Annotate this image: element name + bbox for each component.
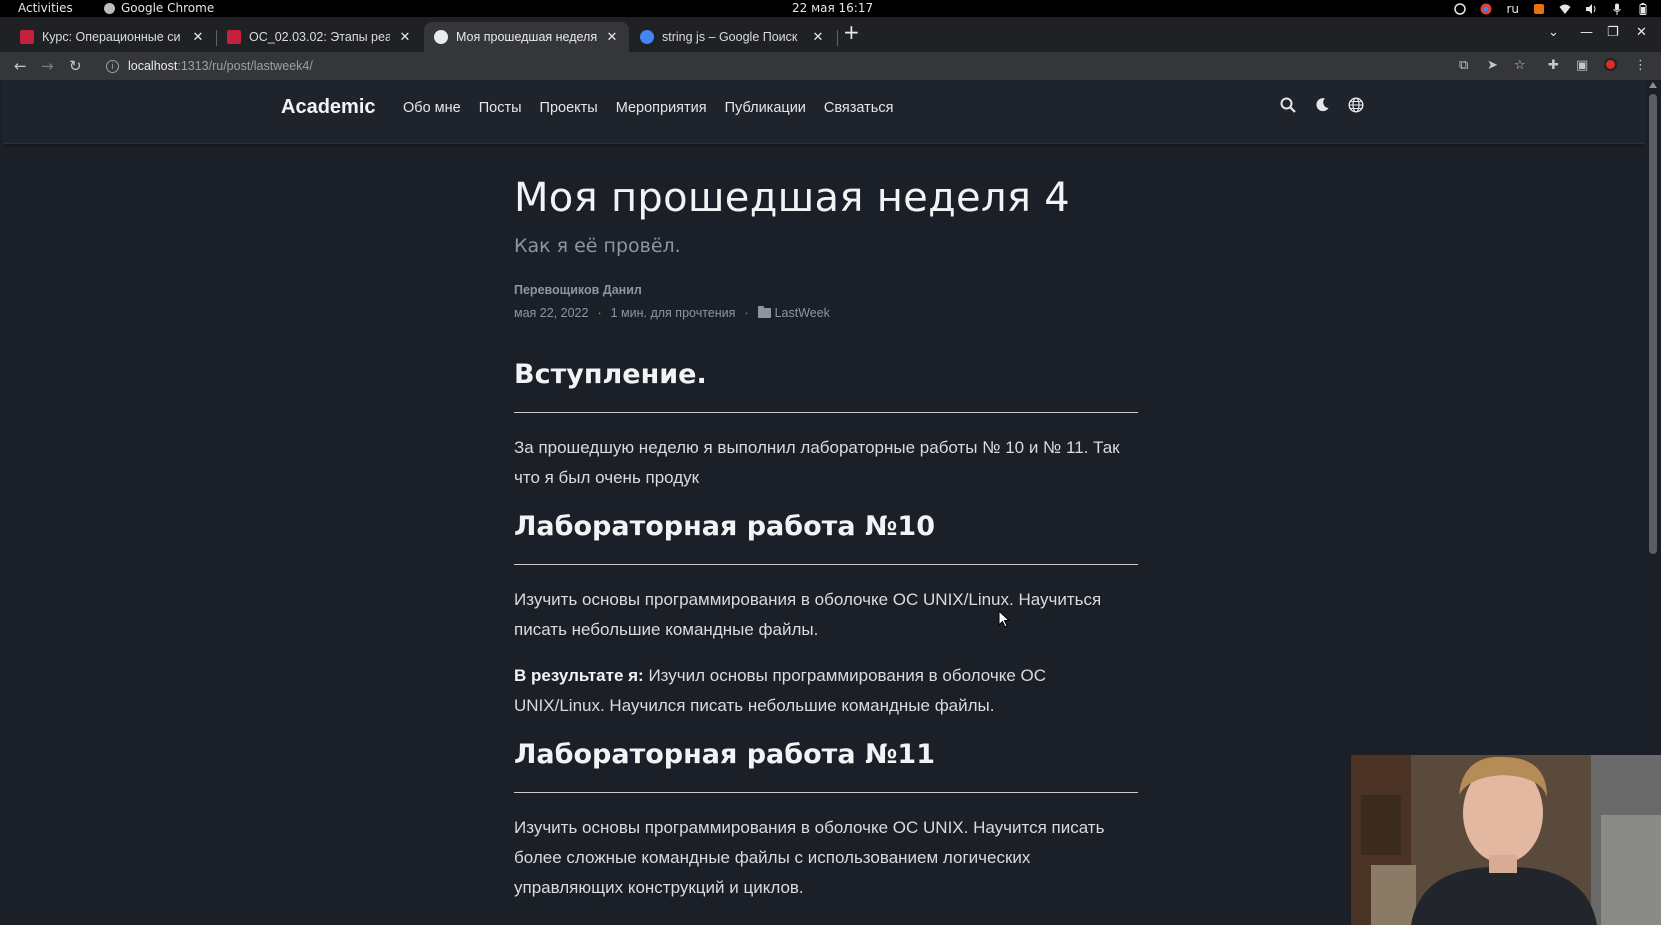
webcam-person-image bbox=[1351, 755, 1661, 925]
url-host: localhost bbox=[128, 59, 178, 73]
tab-assignment[interactable]: OC_02.03.02: Этапы реал ✕ bbox=[217, 22, 422, 52]
close-tab-icon[interactable]: ✕ bbox=[605, 29, 619, 45]
activities-button[interactable]: Activities bbox=[18, 1, 73, 15]
paragraph-text: Изучить основы программирования в оболоч… bbox=[514, 818, 1105, 897]
new-tab-button[interactable]: + bbox=[843, 22, 860, 42]
url-path: :1313/ru/post/lastweek4/ bbox=[177, 59, 313, 73]
moodle-favicon-icon bbox=[20, 30, 34, 44]
dark-mode-moon-icon[interactable] bbox=[1314, 97, 1330, 113]
paragraph-bold: В результате я: bbox=[514, 666, 644, 685]
reload-icon[interactable]: ↻ bbox=[69, 57, 82, 75]
folder-icon bbox=[757, 306, 771, 318]
send-icon[interactable]: ➤ bbox=[1487, 58, 1498, 73]
article-meta: мая 22, 2022 · 1 мин. для прочтения · La… bbox=[514, 306, 1138, 320]
system-top-bar: Activities Google Chrome 22 мая 16:17 ru bbox=[0, 0, 1661, 17]
app-name: Google Chrome bbox=[121, 1, 215, 15]
moodle-favicon-icon bbox=[227, 30, 241, 44]
close-tab-icon[interactable]: ✕ bbox=[398, 29, 412, 45]
section-heading-lab10: Лабораторная работа №10 bbox=[514, 511, 936, 542]
section-heading-lab11: Лабораторная работа №11 bbox=[514, 739, 936, 770]
meta-separator: · bbox=[597, 306, 602, 320]
tab-google-search[interactable]: string js – Google Поиск ✕ bbox=[630, 22, 835, 52]
menu-item-contact[interactable]: Связаться bbox=[824, 100, 894, 116]
google-favicon-icon bbox=[640, 30, 654, 44]
tab-title: OC_02.03.02: Этапы реал bbox=[249, 30, 390, 44]
article-subtitle: Как я её провёл. bbox=[514, 235, 681, 257]
close-window-button[interactable]: ✕ bbox=[1636, 25, 1647, 40]
tab-title: Моя прошедшая неделя bbox=[456, 30, 597, 44]
language-globe-icon[interactable] bbox=[1348, 97, 1364, 113]
category-label: LastWeek bbox=[774, 306, 830, 320]
site-info-icon[interactable]: i bbox=[106, 59, 119, 73]
site-menu: Обо мне Посты Проекты Мероприятия Публик… bbox=[403, 100, 893, 116]
category-link[interactable]: LastWeek bbox=[757, 306, 830, 320]
menu-item-projects[interactable]: Проекты bbox=[540, 100, 598, 116]
recording-icon[interactable] bbox=[1604, 58, 1617, 71]
back-arrow-icon[interactable]: ← bbox=[14, 57, 27, 75]
scroll-up-arrow-icon[interactable] bbox=[1649, 82, 1657, 88]
app-menu[interactable]: Google Chrome bbox=[104, 1, 214, 15]
paragraph: Изучить основы программирования в оболоч… bbox=[514, 813, 1138, 903]
search-icon[interactable] bbox=[1280, 97, 1296, 113]
tab-course[interactable]: Курс: Операционные си ✕ bbox=[10, 22, 215, 52]
bookmark-star-icon[interactable]: ☆ bbox=[1514, 58, 1526, 73]
tab-lastweek-active[interactable]: Моя прошедшая неделя ✕ bbox=[424, 22, 629, 52]
paragraph-text: Изучить основы программирования в оболоч… bbox=[514, 590, 1102, 639]
chrome-menu-icon[interactable]: ⋮ bbox=[1634, 58, 1647, 73]
chrome-icon bbox=[104, 2, 115, 14]
reading-time: 1 мин. для прочтения bbox=[610, 306, 736, 320]
tab-strip: Курс: Операционные си ✕ OC_02.03.02: Эта… bbox=[0, 17, 1661, 52]
side-panel-icon[interactable]: ▣ bbox=[1576, 58, 1588, 73]
keyboard-layout[interactable]: ru bbox=[1506, 2, 1519, 16]
volume-icon bbox=[1586, 3, 1596, 14]
menu-item-events[interactable]: Мероприятия bbox=[616, 100, 707, 116]
wifi-icon bbox=[1559, 4, 1571, 14]
app-tray-icon bbox=[1534, 3, 1544, 14]
forward-arrow-icon[interactable]: → bbox=[41, 57, 54, 75]
heading-divider bbox=[514, 564, 1138, 565]
indicator-icon bbox=[1454, 2, 1467, 15]
paragraph: За прошедшую неделю я выполнил лаборатор… bbox=[514, 433, 1138, 493]
meta-separator: · bbox=[744, 306, 749, 320]
article-title: Моя прошедшая неделя 4 bbox=[514, 175, 1070, 221]
menu-item-posts[interactable]: Посты bbox=[479, 100, 522, 116]
paragraph: Изучить основы программирования в оболоч… bbox=[514, 585, 1138, 645]
article: Моя прошедшая неделя 4 Как я её провёл. … bbox=[514, 160, 1138, 903]
translate-icon[interactable]: ⧉ bbox=[1459, 58, 1468, 73]
microphone-icon bbox=[1613, 3, 1621, 15]
chrome-tray-icon bbox=[1480, 3, 1492, 14]
battery-icon bbox=[1639, 2, 1647, 15]
scrollbar-thumb[interactable] bbox=[1649, 94, 1657, 554]
globe-favicon-icon bbox=[434, 30, 448, 44]
menu-item-about[interactable]: Обо мне bbox=[403, 100, 461, 116]
restore-button[interactable]: ❐ bbox=[1607, 25, 1619, 40]
address-bar[interactable]: i localhost :1313/ru/post/lastweek4/ bbox=[98, 54, 1448, 78]
heading-divider bbox=[514, 412, 1138, 413]
navbar-tools bbox=[1280, 97, 1364, 113]
extensions-puzzle-icon[interactable]: ✚ bbox=[1548, 58, 1559, 73]
browser-toolbar: ← → ↻ i localhost :1313/ru/post/lastweek… bbox=[0, 52, 1661, 80]
paragraph-text: За прошедшую неделю я выполнил лаборатор… bbox=[514, 438, 1120, 487]
webcam-overlay bbox=[1351, 755, 1661, 925]
close-tab-icon[interactable]: ✕ bbox=[811, 29, 825, 45]
system-tray[interactable]: ru bbox=[1454, 0, 1649, 17]
minimize-button[interactable]: — bbox=[1580, 25, 1593, 40]
section-heading-intro: Вступление. bbox=[514, 359, 707, 390]
tab-separator bbox=[837, 30, 838, 46]
tab-search-chevron-icon[interactable]: ⌄ bbox=[1548, 25, 1559, 40]
article-author[interactable]: Перевощиков Данил bbox=[514, 283, 1138, 297]
tab-title: string js – Google Поиск bbox=[662, 30, 798, 44]
tab-title: Курс: Операционные си bbox=[42, 30, 181, 44]
paragraph: В результате я: Изучил основы программир… bbox=[514, 661, 1138, 721]
heading-divider bbox=[514, 792, 1138, 793]
clock[interactable]: 22 мая 16:17 bbox=[792, 1, 873, 15]
article-date: мая 22, 2022 bbox=[514, 306, 589, 320]
menu-item-publications[interactable]: Публикации bbox=[725, 100, 806, 116]
site-navbar: Academic Обо мне Посты Проекты Мероприят… bbox=[3, 80, 1645, 144]
close-tab-icon[interactable]: ✕ bbox=[191, 29, 205, 45]
site-brand[interactable]: Academic bbox=[281, 96, 376, 119]
